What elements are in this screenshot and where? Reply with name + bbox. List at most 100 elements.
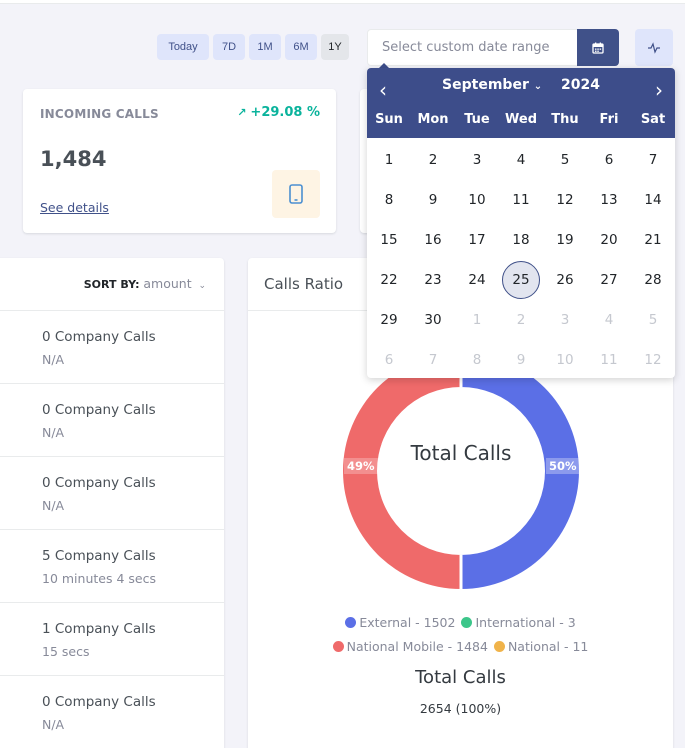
- calendar-day[interactable]: 20: [587, 220, 631, 260]
- period-1y-button[interactable]: 1Y: [321, 34, 349, 60]
- trend-value: +29.08 %: [250, 105, 320, 120]
- calendar-day-label: 3: [472, 152, 482, 168]
- weekday-label: Thu: [551, 112, 579, 127]
- calendar-days-grid: 1 2 3 4 5 6 7 8 9 10 11 12 13 14 15 16 17 18 19 20 21 22 23 24 2…: [367, 140, 675, 378]
- calendar-day-label: 27: [600, 272, 618, 288]
- calendar-day-next-month[interactable]: 6: [367, 340, 411, 378]
- list-item-duration: N/A: [42, 717, 65, 732]
- calendar-day-next-month[interactable]: 11: [587, 340, 631, 378]
- company-calls-panel: SORT BY: amount ⌄ 0 Company Calls N/A 0 …: [0, 258, 224, 748]
- calendar-day-label: 16: [424, 232, 442, 248]
- month-select[interactable]: September ⌄: [442, 77, 542, 93]
- sort-by-dropdown[interactable]: SORT BY: amount ⌄: [84, 276, 206, 291]
- calendar-day[interactable]: 7: [631, 140, 675, 180]
- calendar-day-label: 4: [516, 152, 526, 168]
- calendar-day[interactable]: 24: [455, 260, 499, 300]
- calendar-day-next-month[interactable]: 8: [455, 340, 499, 378]
- calendar-day[interactable]: 10: [455, 180, 499, 220]
- activity-button[interactable]: [635, 29, 673, 66]
- calendar-day-label: 1: [384, 152, 394, 168]
- calendar-day[interactable]: 9: [411, 180, 455, 220]
- legend-item-national-mobile[interactable]: National Mobile - 1484: [332, 639, 488, 654]
- calendar-day[interactable]: 17: [455, 220, 499, 260]
- activity-icon: [648, 41, 660, 54]
- list-item-title: 0 Company Calls: [42, 694, 156, 710]
- list-item[interactable]: 0 Company Calls N/A: [0, 676, 224, 748]
- total-calls-value: 2654 (100%): [419, 701, 502, 716]
- calendar-header: ‹ September ⌄ 2024 › Sun Mon Tue Wed Thu…: [367, 68, 675, 138]
- calendar-day-label: 23: [424, 272, 442, 288]
- calendar-day[interactable]: 23: [411, 260, 455, 300]
- calendar-day[interactable]: 1: [367, 140, 411, 180]
- date-range-input[interactable]: Select custom date range: [367, 29, 579, 66]
- list-item[interactable]: 0 Company Calls N/A: [0, 311, 224, 384]
- calendar-day-next-month[interactable]: 9: [499, 340, 543, 378]
- calendar-day[interactable]: 19: [543, 220, 587, 260]
- calendar-day-next-month[interactable]: 3: [543, 300, 587, 340]
- calendar-day[interactable]: 29: [367, 300, 411, 340]
- total-calls-title: Total Calls: [415, 667, 506, 688]
- calendar-day[interactable]: 21: [631, 220, 675, 260]
- list-item-title: 5 Company Calls: [42, 548, 156, 564]
- calendar-day-label: 2: [428, 152, 438, 168]
- list-item[interactable]: 5 Company Calls 10 minutes 4 secs: [0, 530, 224, 603]
- calendar-day[interactable]: 6: [587, 140, 631, 180]
- calendar-day-label: 28: [644, 272, 662, 288]
- incoming-calls-card: INCOMING CALLS ↗ +29.08 % 1,484 See detai…: [23, 89, 336, 233]
- calendar-day[interactable]: 5: [543, 140, 587, 180]
- sort-by-label: SORT BY:: [83, 278, 140, 291]
- calendar-day-next-month[interactable]: 4: [587, 300, 631, 340]
- calendar-day[interactable]: 30: [411, 300, 455, 340]
- calendar-day[interactable]: 3: [455, 140, 499, 180]
- calendar-day-next-month[interactable]: 5: [631, 300, 675, 340]
- chevron-right-icon[interactable]: ›: [655, 78, 663, 102]
- period-6m-button[interactable]: 6M: [285, 34, 317, 60]
- year-input[interactable]: 2024: [561, 77, 600, 93]
- calendar-day-label: 11: [512, 192, 530, 208]
- legend-item-international[interactable]: International - 3: [461, 615, 576, 630]
- weekday-row: Sun Mon Tue Wed Thu Fri Sat: [367, 112, 675, 127]
- calendar-day[interactable]: 11: [499, 180, 543, 220]
- calendar-day[interactable]: 26: [543, 260, 587, 300]
- calendar-day[interactable]: 15: [367, 220, 411, 260]
- calendar-day-label: 12: [556, 192, 574, 208]
- calendar-day-label: 5: [560, 152, 570, 168]
- see-details-link[interactable]: See details: [40, 200, 109, 215]
- legend-item-external[interactable]: External - 1502: [345, 615, 455, 630]
- calendar-day-label: 8: [384, 192, 394, 208]
- calendar-day[interactable]: 12: [543, 180, 587, 220]
- calendar-day[interactable]: 13: [587, 180, 631, 220]
- calendar-day-label: 20: [600, 232, 618, 248]
- calendar-day[interactable]: 18: [499, 220, 543, 260]
- calendar-day[interactable]: 2: [411, 140, 455, 180]
- calendar-day[interactable]: 16: [411, 220, 455, 260]
- calendar-day-selected[interactable]: 25: [499, 260, 543, 300]
- legend-item-national[interactable]: National - 11: [493, 639, 588, 654]
- calendar-day-label: 21: [644, 232, 662, 248]
- calendar-day[interactable]: 14: [631, 180, 675, 220]
- list-item[interactable]: 0 Company Calls N/A: [0, 457, 224, 530]
- period-1m-button[interactable]: 1M: [249, 34, 281, 60]
- period-today-button[interactable]: Today: [157, 34, 209, 60]
- calendar-day-label: 18: [512, 232, 530, 248]
- calendar-day-next-month[interactable]: 1: [455, 300, 499, 340]
- calendar-day-label: 24: [468, 272, 486, 288]
- calendar-day-next-month[interactable]: 10: [543, 340, 587, 378]
- calendar-button[interactable]: [577, 29, 619, 66]
- calendar-day-label: 13: [600, 192, 618, 208]
- calendar-day[interactable]: 27: [587, 260, 631, 300]
- calendar-day[interactable]: 22: [367, 260, 411, 300]
- calls-donut-chart: [343, 353, 579, 589]
- calendar-day[interactable]: 4: [499, 140, 543, 180]
- list-item[interactable]: 1 Company Calls 15 secs: [0, 603, 224, 676]
- period-7d-button[interactable]: 7D: [213, 34, 245, 60]
- calendar-day-next-month[interactable]: 7: [411, 340, 455, 378]
- donut-center-label: Total Calls: [410, 441, 512, 465]
- calendar-day[interactable]: 28: [631, 260, 675, 300]
- calendar-day-next-month[interactable]: 12: [631, 340, 675, 378]
- list-item[interactable]: 0 Company Calls N/A: [0, 384, 224, 457]
- legend-dot: [332, 641, 344, 652]
- calendar-day[interactable]: 8: [367, 180, 411, 220]
- external-percent: 50%: [546, 458, 580, 474]
- calendar-day-next-month[interactable]: 2: [499, 300, 543, 340]
